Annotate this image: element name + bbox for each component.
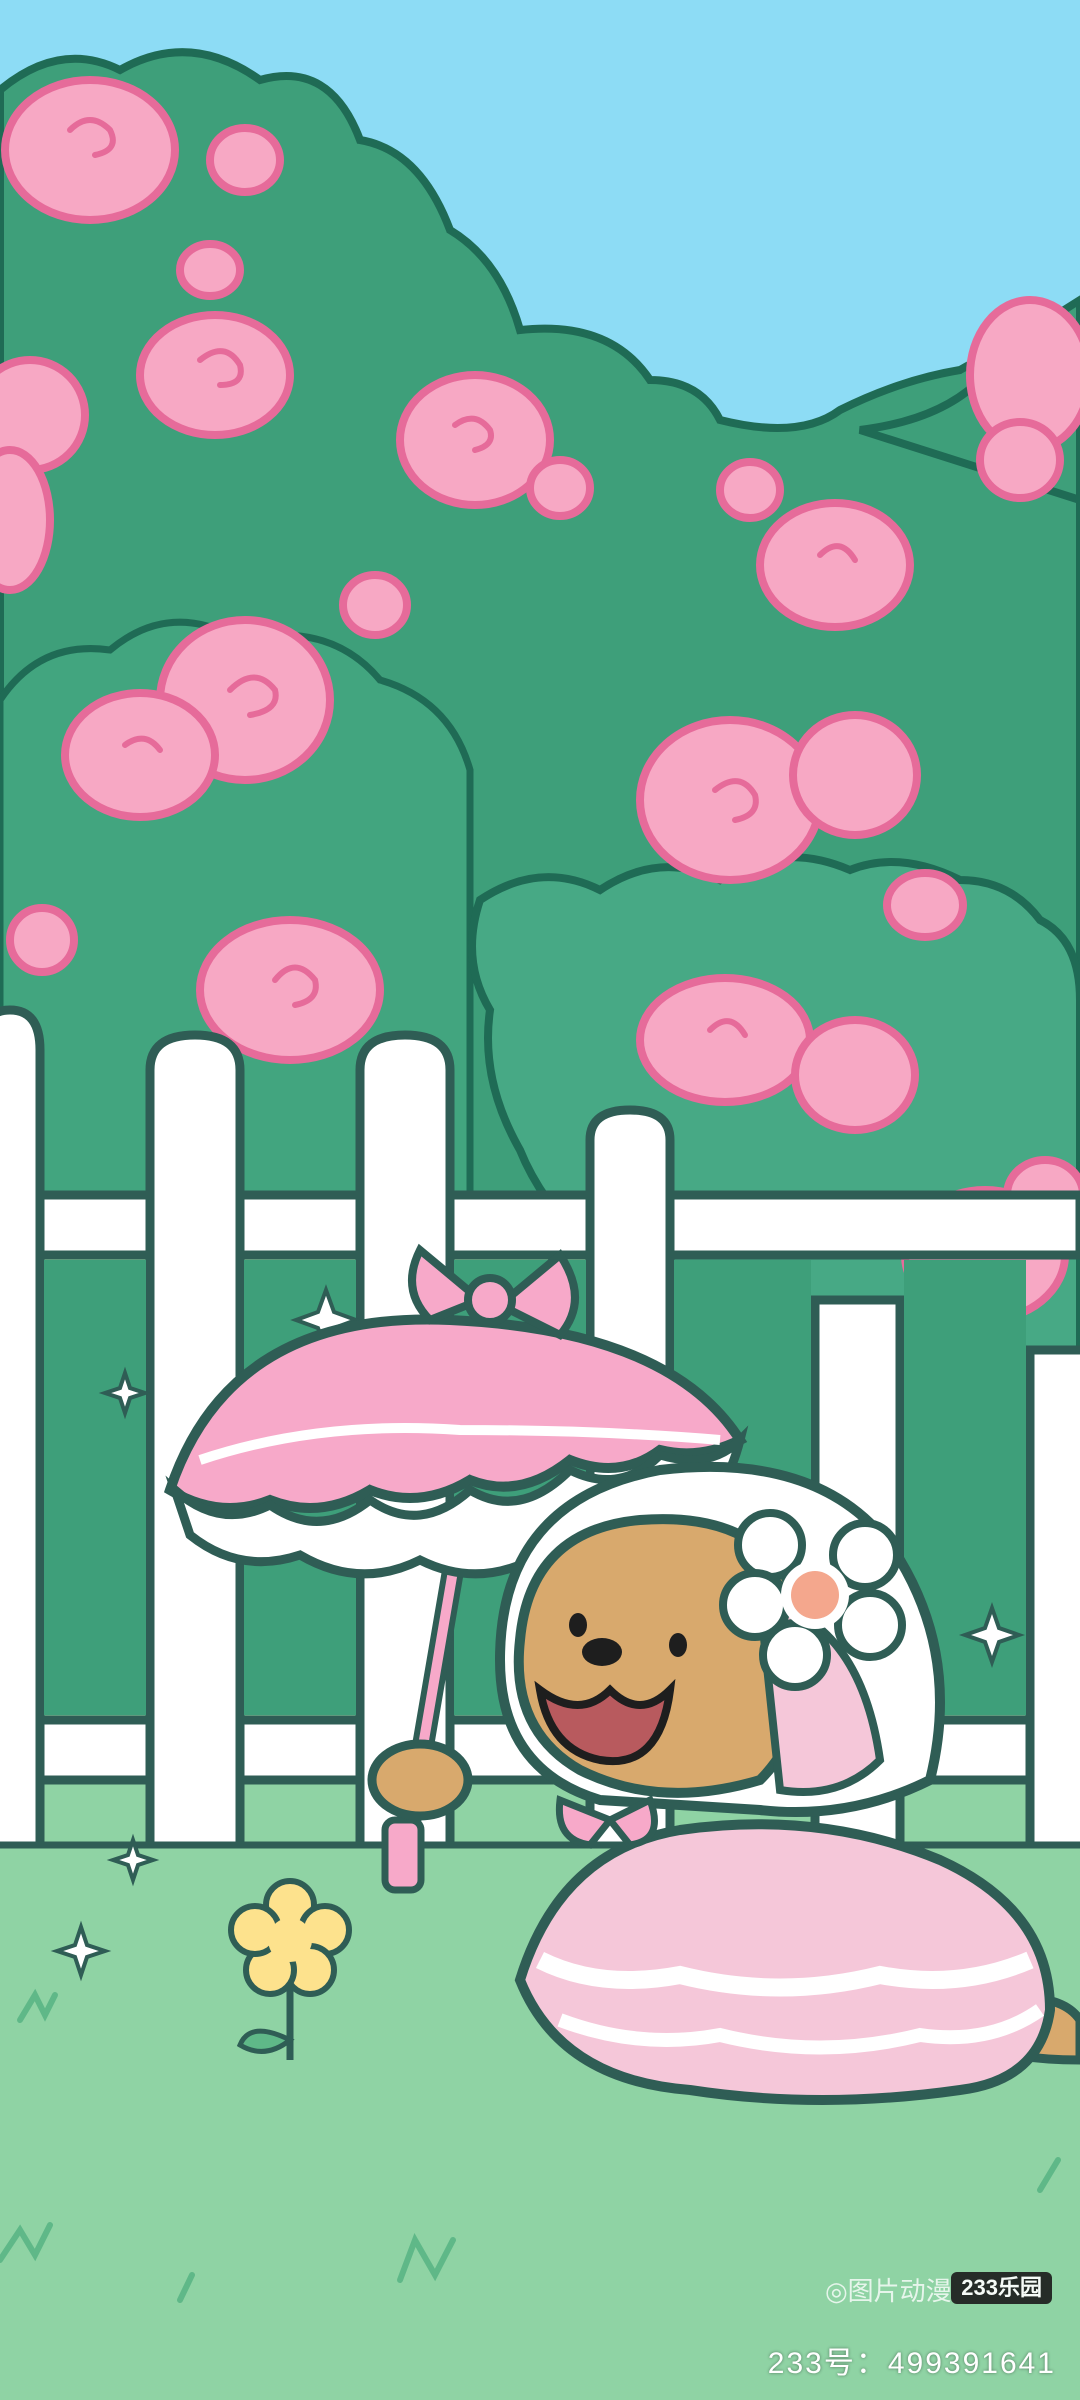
brand-badge: 233乐园 [951, 2271, 1052, 2304]
faint-watermark: ◎图片动漫 [825, 2277, 952, 2307]
wallpaper: ◎图片动漫 233乐园 233号：499391641 [0, 0, 1080, 2400]
illustration-canvas [0, 0, 1080, 2400]
account-id-watermark: 233号：499391641 [767, 2347, 1056, 2380]
